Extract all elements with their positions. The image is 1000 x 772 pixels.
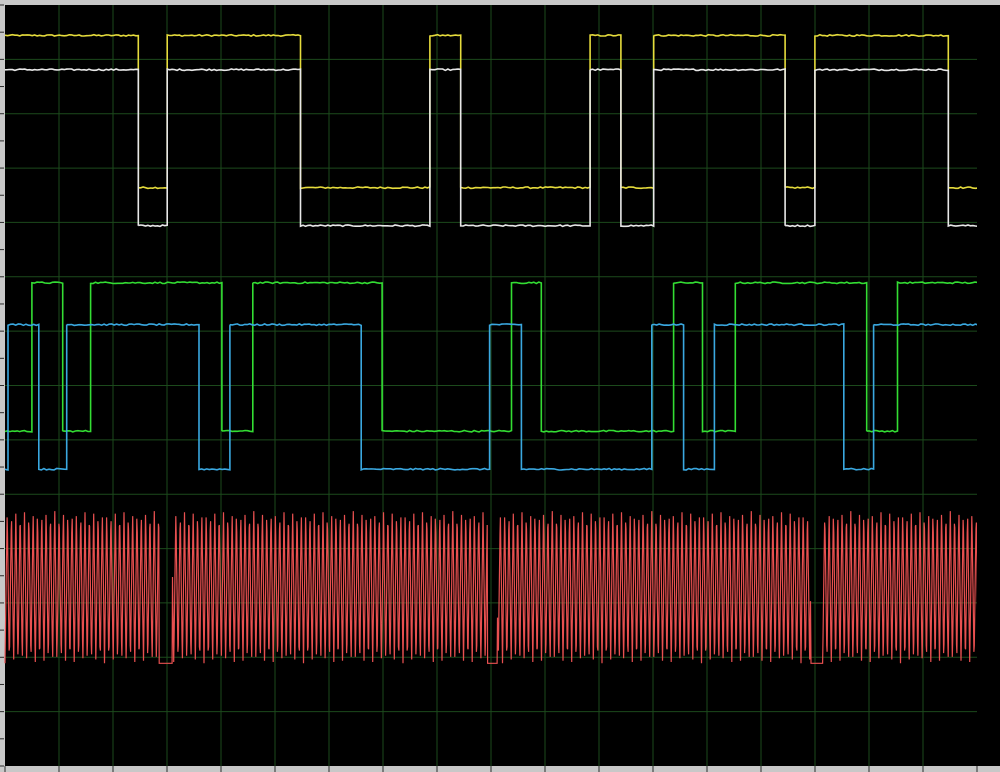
oscilloscope-display (0, 4, 1000, 772)
oscilloscope-frame (0, 0, 1000, 772)
right-scrollbar-track[interactable] (977, 5, 1000, 766)
